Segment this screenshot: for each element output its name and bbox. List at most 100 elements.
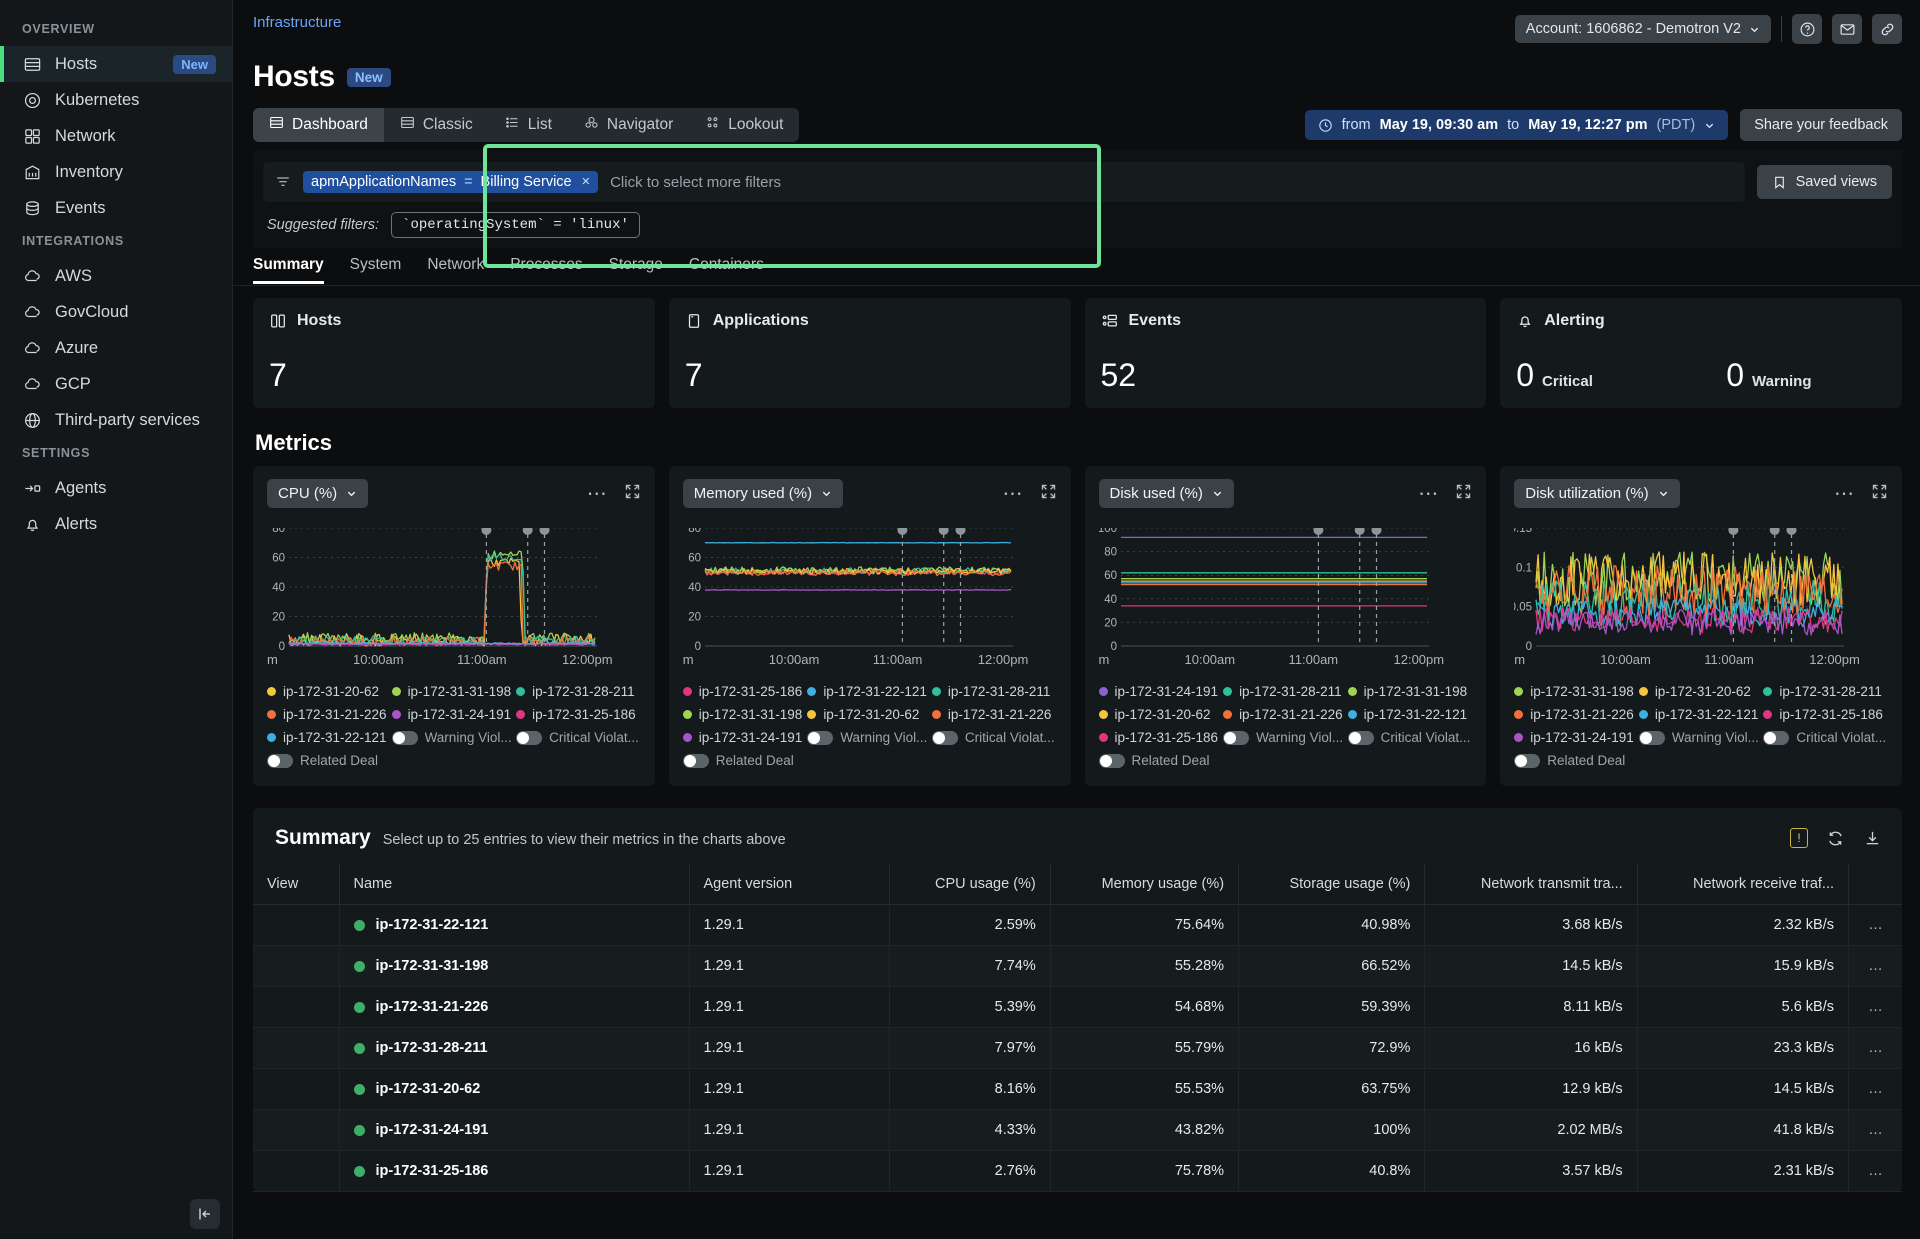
- row-name-cell[interactable]: ip-172-31-25-186: [339, 1151, 689, 1192]
- table-row[interactable]: ip-172-31-24-191 1.29.1 4.33% 43.82% 100…: [253, 1110, 1902, 1151]
- legend-item[interactable]: ip-172-31-20-62: [1099, 707, 1224, 722]
- chart-more-menu-icon[interactable]: ⋯: [587, 489, 608, 499]
- toggle-switch[interactable]: [1639, 731, 1665, 745]
- legend-item[interactable]: ip-172-31-25-186: [516, 707, 641, 722]
- saved-views-button[interactable]: Saved views: [1757, 165, 1892, 199]
- mail-icon[interactable]: [1832, 14, 1862, 44]
- table-row[interactable]: ip-172-31-31-198 1.29.1 7.74% 55.28% 66.…: [253, 946, 1902, 987]
- table-row[interactable]: ip-172-31-21-226 1.29.1 5.39% 54.68% 59.…: [253, 987, 1902, 1028]
- toggle-switch[interactable]: [516, 731, 542, 745]
- legend-toggle-critical[interactable]: Critical Violat...: [516, 730, 641, 745]
- kpi-card-events[interactable]: Events 52: [1085, 298, 1487, 408]
- legend-item[interactable]: ip-172-31-22-121: [1348, 707, 1473, 722]
- suggested-filter-chip[interactable]: `operatingSystem` = 'linux': [391, 212, 640, 238]
- legend-toggle-critical[interactable]: Critical Violat...: [932, 730, 1057, 745]
- table-column-header[interactable]: View: [253, 864, 339, 905]
- legend-item[interactable]: ip-172-31-28-211: [516, 684, 641, 699]
- legend-item[interactable]: ip-172-31-22-121: [807, 684, 932, 699]
- row-name-cell[interactable]: ip-172-31-31-198: [339, 946, 689, 987]
- sidebar-collapse-button[interactable]: [190, 1199, 220, 1229]
- legend-toggle-critical[interactable]: Critical Violat...: [1763, 730, 1888, 745]
- legend-item[interactable]: ip-172-31-28-211: [1763, 684, 1888, 699]
- row-name-cell[interactable]: ip-172-31-20-62: [339, 1069, 689, 1110]
- sidebar-item-gcp[interactable]: GCP: [0, 366, 232, 402]
- view-tab-navigator[interactable]: Navigator: [568, 108, 689, 142]
- row-name-cell[interactable]: ip-172-31-24-191: [339, 1110, 689, 1151]
- time-range-picker[interactable]: from May 19, 09:30 am to May 19, 12:27 p…: [1305, 110, 1729, 140]
- row-more-menu[interactable]: …: [1849, 987, 1902, 1028]
- sidebar-item-alerts[interactable]: Alerts: [0, 506, 232, 542]
- legend-item[interactable]: ip-172-31-31-198: [1514, 684, 1639, 699]
- legend-toggle-critical[interactable]: Critical Violat...: [1348, 730, 1473, 745]
- toggle-switch[interactable]: [1223, 731, 1249, 745]
- legend-item[interactable]: ip-172-31-21-226: [932, 707, 1057, 722]
- toggle-switch[interactable]: [1763, 731, 1789, 745]
- toggle-switch[interactable]: [392, 731, 418, 745]
- legend-toggle-related[interactable]: Related Deal: [267, 753, 392, 768]
- breadcrumb[interactable]: Infrastructure: [253, 14, 341, 31]
- row-more-menu[interactable]: …: [1849, 1110, 1902, 1151]
- chart-expand-icon[interactable]: [624, 483, 641, 505]
- legend-toggle-warning[interactable]: Warning Viol...: [1223, 730, 1348, 745]
- row-more-menu[interactable]: …: [1849, 1151, 1902, 1192]
- kpi-card-applications[interactable]: Applications 7: [669, 298, 1071, 408]
- link-icon[interactable]: [1872, 14, 1902, 44]
- chart-expand-icon[interactable]: [1871, 483, 1888, 505]
- row-view-cell[interactable]: [253, 946, 339, 987]
- legend-item[interactable]: ip-172-31-24-191: [1514, 730, 1639, 745]
- metric-selector[interactable]: Disk used (%): [1099, 479, 1234, 508]
- sidebar-item-agents[interactable]: Agents: [0, 470, 232, 506]
- legend-toggle-related[interactable]: Related Deal: [1099, 753, 1224, 768]
- legend-item[interactable]: ip-172-31-31-198: [392, 684, 517, 699]
- view-tab-classic[interactable]: Classic: [384, 108, 489, 142]
- sidebar-item-govcloud[interactable]: GovCloud: [0, 294, 232, 330]
- section-tab-network[interactable]: Network: [427, 256, 484, 283]
- legend-item[interactable]: ip-172-31-22-121: [267, 730, 392, 745]
- row-view-cell[interactable]: [253, 905, 339, 946]
- row-more-menu[interactable]: …: [1849, 946, 1902, 987]
- table-column-header[interactable]: [1849, 864, 1902, 905]
- legend-toggle-warning[interactable]: Warning Viol...: [1639, 730, 1764, 745]
- sidebar-item-kubernetes[interactable]: Kubernetes: [0, 82, 232, 118]
- sidebar-item-inventory[interactable]: Inventory: [0, 154, 232, 190]
- legend-item[interactable]: ip-172-31-24-191: [683, 730, 808, 745]
- kpi-card-alerting[interactable]: Alerting 0 Critical 0 Warning: [1500, 298, 1902, 408]
- toggle-switch[interactable]: [932, 731, 958, 745]
- legend-item[interactable]: ip-172-31-24-191: [392, 707, 517, 722]
- legend-item[interactable]: ip-172-31-20-62: [807, 707, 932, 722]
- warning-icon[interactable]: !: [1790, 828, 1808, 848]
- legend-item[interactable]: ip-172-31-24-191: [1099, 684, 1224, 699]
- legend-item[interactable]: ip-172-31-25-186: [1763, 707, 1888, 722]
- table-column-header[interactable]: Storage usage (%): [1239, 864, 1425, 905]
- sidebar-item-events[interactable]: Events: [0, 190, 232, 226]
- table-row[interactable]: ip-172-31-28-211 1.29.1 7.97% 55.79% 72.…: [253, 1028, 1902, 1069]
- account-selector[interactable]: Account: 1606862 - Demotron V2: [1515, 15, 1771, 43]
- legend-item[interactable]: ip-172-31-21-226: [1223, 707, 1348, 722]
- legend-item[interactable]: ip-172-31-31-198: [1348, 684, 1473, 699]
- toggle-switch[interactable]: [267, 754, 293, 768]
- row-name-cell[interactable]: ip-172-31-28-211: [339, 1028, 689, 1069]
- chart-more-menu-icon[interactable]: ⋯: [1003, 489, 1024, 499]
- toggle-switch[interactable]: [683, 754, 709, 768]
- table-column-header[interactable]: Network receive traf...: [1637, 864, 1848, 905]
- row-more-menu[interactable]: …: [1849, 1069, 1902, 1110]
- filter-input-bar[interactable]: apmApplicationNames = Billing Service × …: [263, 162, 1745, 202]
- legend-item[interactable]: ip-172-31-25-186: [1099, 730, 1224, 745]
- legend-item[interactable]: ip-172-31-20-62: [267, 684, 392, 699]
- chart-more-menu-icon[interactable]: ⋯: [1418, 489, 1439, 499]
- legend-item[interactable]: ip-172-31-25-186: [683, 684, 808, 699]
- view-tab-list[interactable]: List: [489, 108, 568, 142]
- table-column-header[interactable]: CPU usage (%): [889, 864, 1050, 905]
- legend-item[interactable]: ip-172-31-22-121: [1639, 707, 1764, 722]
- legend-toggle-warning[interactable]: Warning Viol...: [392, 730, 517, 745]
- legend-toggle-warning[interactable]: Warning Viol...: [807, 730, 932, 745]
- row-view-cell[interactable]: [253, 1151, 339, 1192]
- legend-toggle-related[interactable]: Related Deal: [683, 753, 808, 768]
- toggle-switch[interactable]: [1348, 731, 1374, 745]
- sidebar-item-aws[interactable]: AWS: [0, 258, 232, 294]
- legend-item[interactable]: ip-172-31-31-198: [683, 707, 808, 722]
- table-column-header[interactable]: Name: [339, 864, 689, 905]
- view-tab-lookout[interactable]: Lookout: [689, 108, 799, 142]
- legend-item[interactable]: ip-172-31-28-211: [1223, 684, 1348, 699]
- metric-selector[interactable]: CPU (%): [267, 479, 368, 508]
